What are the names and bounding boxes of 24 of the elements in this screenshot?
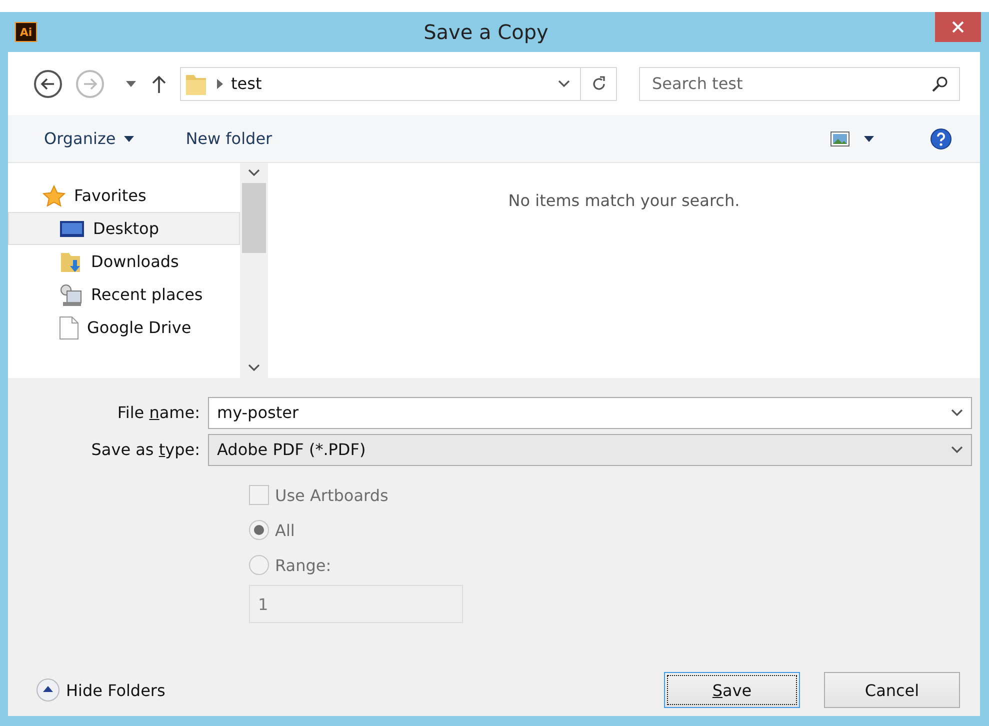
sidebar-item[interactable]: Downloads xyxy=(8,245,240,278)
sidebar-item[interactable]: Desktop xyxy=(8,212,240,245)
save-button[interactable]: Save xyxy=(664,672,800,708)
window-title: Save a Copy xyxy=(422,20,550,44)
path-text: test xyxy=(231,74,263,93)
sidebar-item[interactable]: Google Drive xyxy=(8,311,240,344)
sidebar-item[interactable]: Favorites xyxy=(8,179,240,212)
address-bar[interactable]: test xyxy=(180,66,617,100)
radio-label: Range: xyxy=(275,556,332,574)
search-field[interactable]: Search test xyxy=(639,66,960,100)
file-type-dropdown[interactable]: Adobe PDF (*.PDF) xyxy=(208,434,972,466)
hide-folders-button[interactable]: Hide Folders xyxy=(36,678,166,702)
organize-menu[interactable]: Organize xyxy=(38,125,140,152)
empty-message: No items match your search. xyxy=(508,191,740,211)
sidebar-item[interactable]: Recent places xyxy=(8,278,240,311)
field-label: File name: xyxy=(116,403,201,422)
app-logo: Ai xyxy=(15,22,37,42)
checkbox-label: Use Artboards xyxy=(275,486,388,504)
new-folder-button[interactable]: New folder xyxy=(180,125,278,152)
cancel-button[interactable]: Cancel xyxy=(824,672,960,708)
radio-label: All xyxy=(275,520,295,540)
file-name-field[interactable]: my-poster xyxy=(208,396,972,428)
field-label: Save as type: xyxy=(90,440,201,459)
range-field[interactable]: 1 xyxy=(249,585,463,623)
